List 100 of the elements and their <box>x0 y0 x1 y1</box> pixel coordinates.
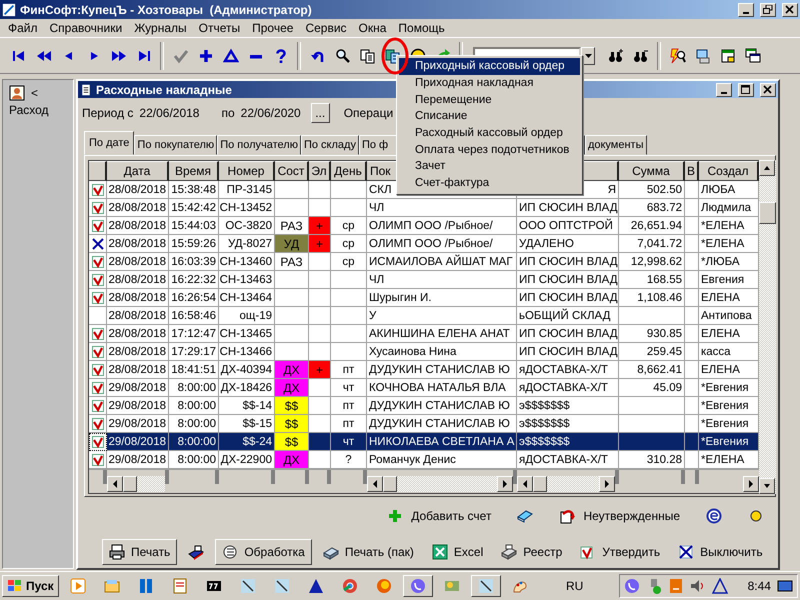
status-tag: ДХ <box>275 361 309 379</box>
table-cell: ИП СЮСИН ВЛАД <box>517 289 619 307</box>
table-cell: яДОСТАВКА-Х/Т <box>517 379 619 397</box>
table-cell: СН-13465 <box>219 325 275 343</box>
table-cell: 28/08/2018 <box>107 253 169 271</box>
table-cell: СН-13464 <box>219 289 275 307</box>
table-cell: 28/08/2018 <box>107 325 169 343</box>
table-cell: 7,041.72 <box>619 235 685 253</box>
table-cell: ЧЛ <box>367 271 517 289</box>
table-cell: СН-13452 <box>219 199 275 217</box>
table-cell: 29/08/2018 <box>107 379 169 397</box>
table-cell: 15:59:26 <box>169 235 219 253</box>
table-cell: 28/08/2018 <box>107 235 169 253</box>
table-cell: 28/08/2018 <box>107 199 169 217</box>
table-cell: 28/08/2018 <box>107 181 169 199</box>
table-cell: ДУДУКИН СТАНИСЛАВ Ю <box>367 397 517 415</box>
status-tag: $$ <box>275 397 309 415</box>
table-cell: ИП СЮСИН ВЛАД <box>517 325 619 343</box>
table-cell: ИСМАИЛОВА АЙШАТ МАГ <box>367 253 517 271</box>
table-cell: 502.50 <box>619 181 685 199</box>
table-cell: 15:38:48 <box>169 181 219 199</box>
status-tag: УД <box>275 235 309 253</box>
table-cell: 28/08/2018 <box>107 289 169 307</box>
status-tag: ДХ <box>275 379 309 397</box>
table-cell: 28/08/2018 <box>107 217 169 235</box>
window-title: Расходные накладные <box>96 82 232 96</box>
period-label: Период с <box>82 106 134 120</box>
table-cell: 17:12:47 <box>169 325 219 343</box>
table-cell: НИКОЛАЕВА СВЕТЛАНА А <box>367 433 517 451</box>
table-cell: ДУДУКИН СТАНИСЛАВ Ю <box>367 361 517 379</box>
table-cell: АКИНШИНА ЕЛЕНА АНАТ <box>367 325 517 343</box>
table-cell: 16:03:39 <box>169 253 219 271</box>
table-cell: 28/08/2018 <box>107 271 169 289</box>
status-tag: ДХ <box>275 451 309 469</box>
table-cell: 168.55 <box>619 271 685 289</box>
status-tag: + <box>309 217 331 235</box>
table-cell: ИП СЮСИН ВЛАД <box>517 271 619 289</box>
table-cell: ьОБЩИЙ СКЛАД <box>517 307 619 325</box>
table-cell: ср <box>331 253 367 271</box>
period-label: по <box>221 106 235 120</box>
status-tag: $$ <box>275 415 309 433</box>
status-tag: + <box>309 235 331 253</box>
table-cell: ОЛИМП ООО /Рыбное/ <box>367 217 517 235</box>
table-cell: 28/08/2018 <box>107 361 169 379</box>
table-cell: ОЛИМП ООО /Рыбное/ <box>367 235 517 253</box>
table-cell: Хусаинова Нина <box>367 343 517 361</box>
table-cell: 8:00:00 <box>169 379 219 397</box>
table-cell: 16:26:54 <box>169 289 219 307</box>
table-cell: ОС-3820 <box>219 217 275 235</box>
table-cell: пт <box>331 361 367 379</box>
table-cell: э$$$$$$$ <box>517 433 619 451</box>
table-cell: ИП СЮСИН ВЛАД <box>517 343 619 361</box>
table-cell: чт <box>331 379 367 397</box>
table-cell: ЧЛ <box>367 199 517 217</box>
table-cell: СН-13466 <box>219 343 275 361</box>
table-cell: ИП СЮСИН ВЛАД <box>517 199 619 217</box>
table-cell: э$$$$$$$ <box>517 397 619 415</box>
table-cell: 930.85 <box>619 325 685 343</box>
status-tag: + <box>309 361 331 379</box>
table-cell: 1,108.46 <box>619 289 685 307</box>
table-cell: 16:22:32 <box>169 271 219 289</box>
table-cell: 259.45 <box>619 343 685 361</box>
table-cell: чт <box>331 433 367 451</box>
table-cell: 15:44:03 <box>169 217 219 235</box>
table-cell: 17:29:17 <box>169 343 219 361</box>
status-tag: $$ <box>275 433 309 451</box>
table-cell: ПР-3145 <box>219 181 275 199</box>
table-cell: 29/08/2018 <box>107 397 169 415</box>
table-cell: ИП СЮСИН ВЛАД <box>517 253 619 271</box>
table-cell: 8,662.41 <box>619 361 685 379</box>
table-cell: 28/08/2018 <box>107 343 169 361</box>
table-cell: УДАЛЕНО <box>517 235 619 253</box>
table-cell: КОЧНОВА НАТАЛЬЯ ВЛА <box>367 379 517 397</box>
table-cell: 8:00:00 <box>169 397 219 415</box>
table-cell: ощ-19 <box>219 307 275 325</box>
table-cell: яДОСТАВКА-Х/Т <box>517 361 619 379</box>
table-cell: 29/08/2018 <box>107 433 169 451</box>
table-cell: 8:00:00 <box>169 433 219 451</box>
table-cell: У <box>367 307 517 325</box>
table-cell: 26,651.94 <box>619 217 685 235</box>
table-cell: 45.09 <box>619 379 685 397</box>
table-cell: СН-13463 <box>219 271 275 289</box>
table-cell: ООО ОПТСТРОЙ <box>517 217 619 235</box>
status-tag: РАЗ <box>275 253 309 271</box>
table-cell: Шурыгин И. <box>367 289 517 307</box>
table-cell: 683.72 <box>619 199 685 217</box>
table-cell: 12,998.62 <box>619 253 685 271</box>
table-cell: 28/08/2018 <box>107 307 169 325</box>
window-title: ФинСофт:КупецЪ - Хозтовары (Администратор) <box>20 2 312 16</box>
table-cell: пт <box>331 397 367 415</box>
table-cell: ср <box>331 217 367 235</box>
operation-label: Операци <box>344 106 394 120</box>
table-cell: 18:41:51 <box>169 361 219 379</box>
table-cell: $$-24 <box>219 433 275 451</box>
table-cell: 16:58:46 <box>169 307 219 325</box>
table-cell: 15:42:42 <box>169 199 219 217</box>
table-cell: СН-13460 <box>219 253 275 271</box>
table-cell: ср <box>331 235 367 253</box>
clock: 8:44 <box>748 579 771 593</box>
table-cell: *Евгения <box>699 433 759 451</box>
